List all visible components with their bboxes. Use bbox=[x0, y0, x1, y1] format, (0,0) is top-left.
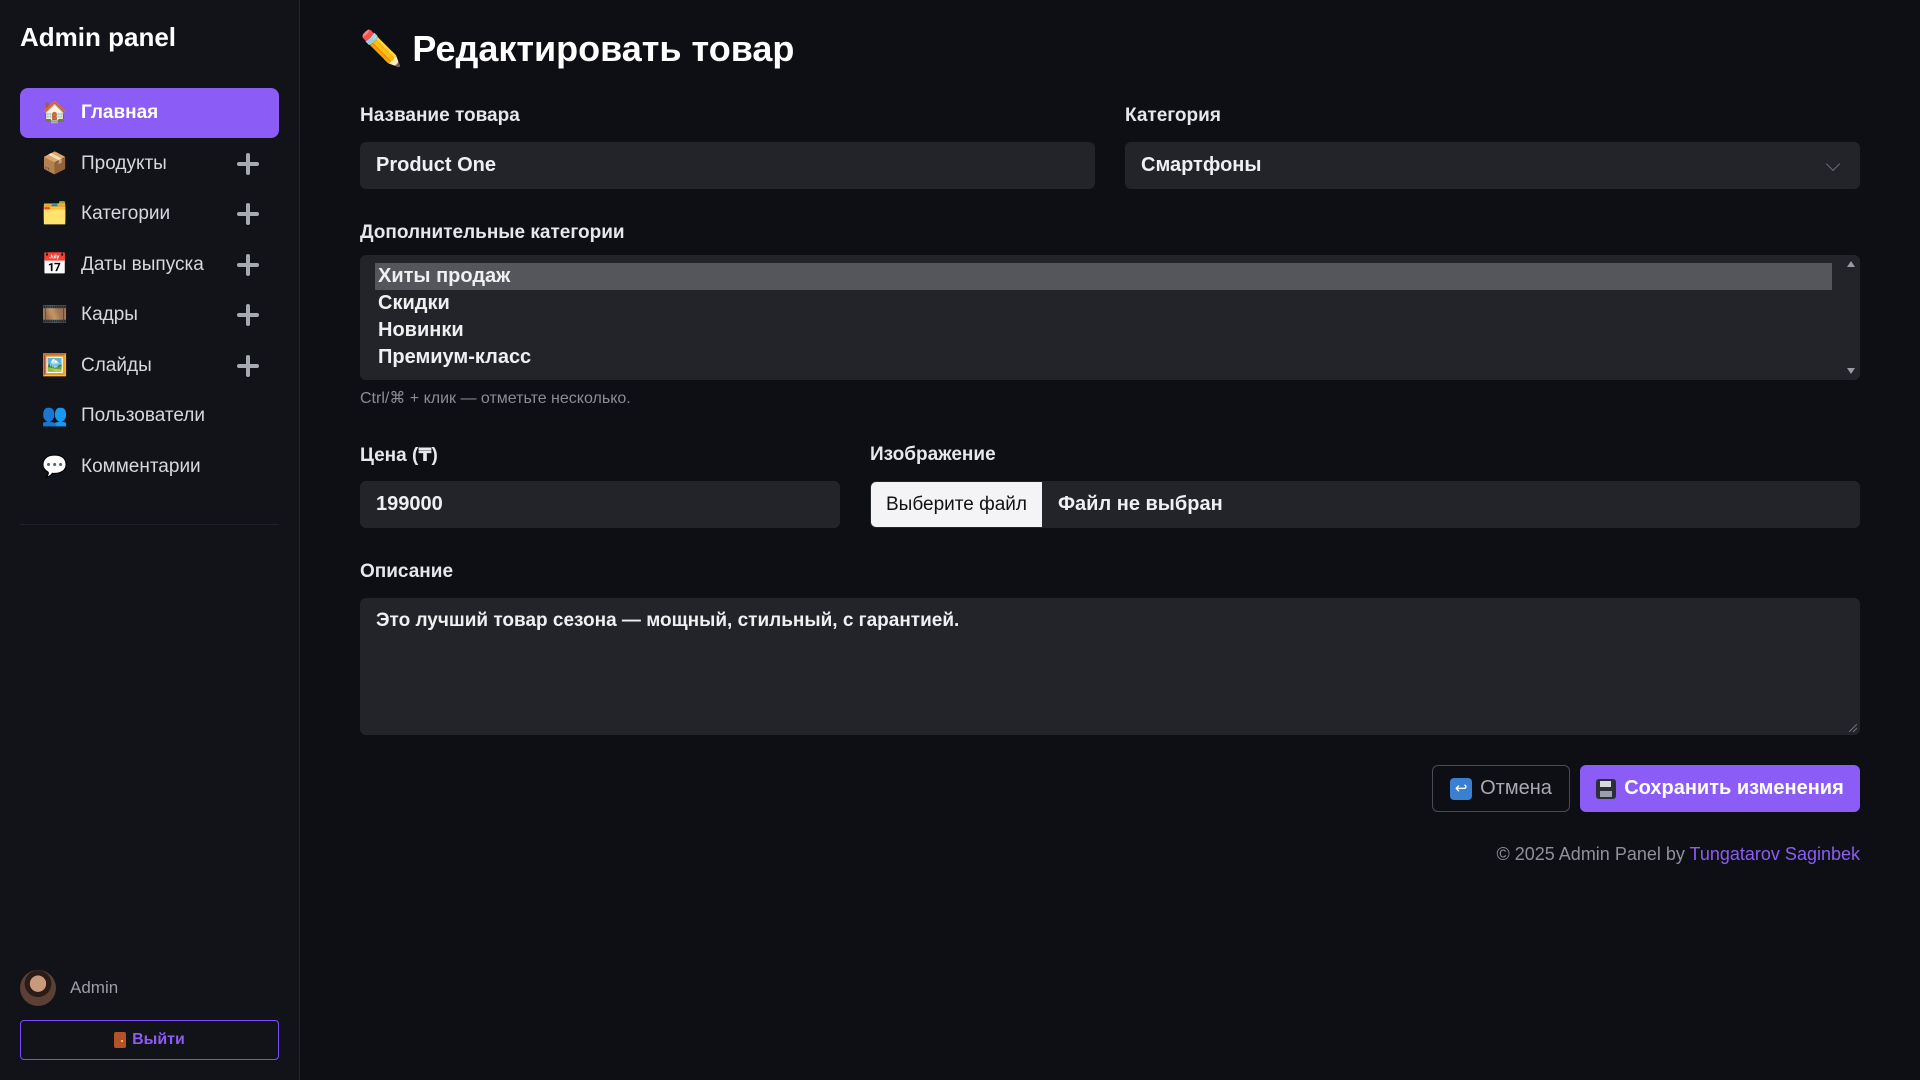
sidebar-item-label: Категории bbox=[81, 203, 171, 224]
list-option[interactable]: Хиты продаж bbox=[375, 263, 1832, 290]
sidebar-item-label: Главная bbox=[81, 102, 159, 123]
category-select[interactable]: Смартфоны bbox=[1125, 142, 1860, 189]
avatar bbox=[20, 970, 56, 1006]
list-option[interactable]: Новинки bbox=[375, 317, 1832, 344]
add-release-date-plus-icon[interactable] bbox=[237, 253, 259, 276]
sidebar-item-users[interactable]: 👥 Пользователи bbox=[20, 391, 279, 441]
user-profile: Admin bbox=[20, 970, 118, 1006]
logout-label: Выйти bbox=[132, 1031, 185, 1048]
add-frame-plus-icon[interactable] bbox=[237, 304, 259, 326]
sidebar-item-label: Кадры bbox=[81, 304, 138, 325]
description-textarea[interactable]: Это лучший товар сезона — мощный, стильн… bbox=[360, 598, 1860, 735]
save-button[interactable]: Сохранить изменения bbox=[1580, 765, 1860, 812]
speech-bubble-icon: 💬 bbox=[41, 454, 69, 478]
category-label: Категория bbox=[1125, 105, 1221, 126]
footer-text: © 2025 Admin Panel by bbox=[1496, 844, 1690, 864]
sidebar-nav: 🏠 Главная 📦 Продукты 🗂️ Категории 📅 Даты… bbox=[20, 88, 279, 492]
package-icon: 📦 bbox=[41, 151, 69, 175]
price-value: 199000 bbox=[376, 493, 443, 515]
chevron-down-icon bbox=[1825, 156, 1841, 172]
image-file-input[interactable]: Выберите файл Файл не выбран bbox=[870, 481, 1860, 528]
page-title: ✏️ Редактировать товар bbox=[360, 28, 794, 70]
sidebar-item-label: Пользователи bbox=[81, 405, 206, 426]
description-value: Это лучший товар сезона — мощный, стильн… bbox=[376, 610, 960, 631]
user-name: Admin bbox=[70, 978, 119, 997]
sidebar-item-categories[interactable]: 🗂️ Категории bbox=[20, 189, 279, 239]
sidebar-item-label: Комментарии bbox=[81, 455, 201, 477]
sidebar-item-home[interactable]: 🏠 Главная bbox=[20, 88, 279, 138]
logout-button[interactable]: Выйти bbox=[20, 1020, 279, 1060]
price-label: Цена (₸) bbox=[360, 445, 438, 466]
image-label: Изображение bbox=[870, 444, 996, 465]
product-name-input[interactable]: Product One bbox=[360, 142, 1095, 189]
house-icon: 🏠 bbox=[41, 101, 69, 124]
folder-icon: 🗂️ bbox=[41, 202, 69, 225]
calendar-icon: 📅 bbox=[41, 252, 69, 276]
footer-author-link[interactable]: Tungatarov Saginbek bbox=[1690, 844, 1860, 864]
picture-icon: 🖼️ bbox=[41, 353, 69, 377]
category-value: Смартфоны bbox=[1141, 154, 1262, 176]
sidebar-item-release-dates[interactable]: 📅 Даты выпуска bbox=[20, 240, 279, 290]
file-status: Файл не выбран bbox=[1057, 493, 1223, 515]
pencil-icon: ✏️ bbox=[360, 30, 403, 68]
choose-file-button[interactable]: Выберите файл bbox=[871, 482, 1042, 527]
add-product-plus-icon[interactable] bbox=[237, 152, 259, 175]
sidebar-divider bbox=[20, 524, 279, 525]
film-frames-icon: 🎞️ bbox=[41, 303, 69, 326]
floppy-disk-icon bbox=[1596, 778, 1617, 799]
page-title-text: Редактировать товар bbox=[412, 28, 795, 69]
resize-handle-icon[interactable] bbox=[1849, 724, 1857, 732]
add-slide-plus-icon[interactable] bbox=[237, 354, 259, 377]
list-option[interactable]: Премиум-класс bbox=[375, 344, 1832, 371]
cancel-button[interactable]: ↩ Отмена bbox=[1432, 765, 1570, 812]
brand-title: Admin panel bbox=[20, 22, 177, 52]
product-name-value: Product One bbox=[376, 154, 497, 176]
list-option[interactable]: Скидки bbox=[375, 290, 1832, 317]
sidebar-item-products[interactable]: 📦 Продукты bbox=[20, 139, 279, 189]
product-name-label: Название товара bbox=[360, 105, 520, 126]
add-category-plus-icon[interactable] bbox=[237, 203, 259, 225]
save-label: Сохранить изменения bbox=[1624, 777, 1844, 799]
description-label: Описание bbox=[360, 561, 454, 582]
sidebar-item-comments[interactable]: 💬 Комментарии bbox=[20, 442, 279, 492]
sidebar-item-slides[interactable]: 🖼️ Слайды bbox=[20, 341, 279, 391]
scroll-up-arrow-icon[interactable] bbox=[1847, 261, 1855, 267]
door-icon bbox=[114, 1032, 127, 1048]
users-icon: 👥 bbox=[41, 404, 69, 427]
sidebar: Admin panel 🏠 Главная 📦 Продукты 🗂️ Кате… bbox=[0, 0, 300, 1080]
scroll-down-arrow-icon[interactable] bbox=[1847, 368, 1855, 374]
sidebar-item-label: Слайды bbox=[81, 354, 152, 376]
price-input[interactable]: 199000 bbox=[360, 481, 840, 528]
cancel-label: Отмена bbox=[1480, 777, 1552, 799]
extra-categories-label: Дополнительные категории bbox=[360, 222, 625, 243]
extra-categories-listbox[interactable]: Хиты продаж Скидки Новинки Премиум-класс bbox=[360, 255, 1860, 380]
sidebar-item-label: Даты выпуска bbox=[81, 253, 204, 275]
multi-select-hint: Ctrl/⌘ + клик — отметьте несколько. bbox=[360, 390, 631, 407]
undo-arrow-icon: ↩ bbox=[1450, 777, 1473, 800]
footer: © 2025 Admin Panel by Tungatarov Saginbe… bbox=[1496, 844, 1860, 865]
sidebar-item-label: Продукты bbox=[81, 152, 167, 174]
sidebar-item-frames[interactable]: 🎞️ Кадры bbox=[20, 290, 279, 340]
